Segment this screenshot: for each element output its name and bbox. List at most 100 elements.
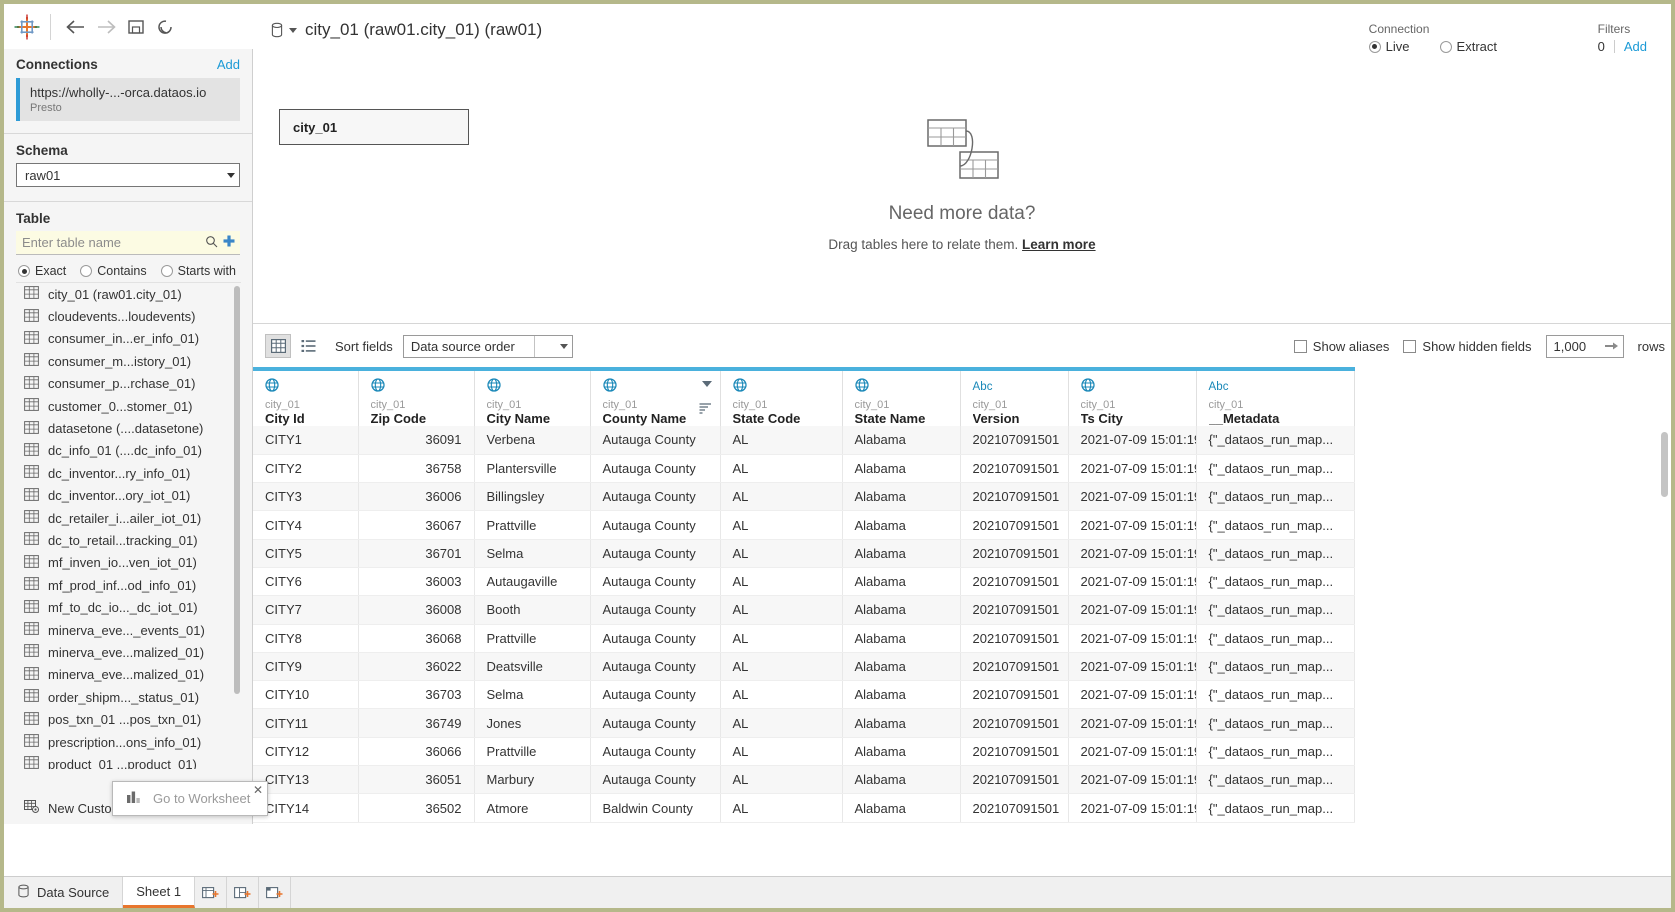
- rows-input[interactable]: 1,000: [1545, 334, 1624, 358]
- list-item[interactable]: dc_to_retail...tracking_01): [16, 529, 241, 551]
- table-cell: Autauga County: [590, 539, 721, 568]
- data-grid[interactable]: city_01 City Id city_01 Zip Code city_01 City…: [253, 367, 1671, 876]
- table-icon: [24, 420, 39, 437]
- match-option-starts-with[interactable]: Starts with: [160, 264, 236, 278]
- table-cell: Alabama: [842, 510, 961, 540]
- table-row[interactable]: CITY1 36091 Verbena Autauga County AL Alabama…: [253, 426, 1355, 455]
- forward-arrow-icon[interactable]: [91, 12, 121, 42]
- list-item[interactable]: consumer_m...istory_01): [16, 350, 241, 372]
- add-filter-link[interactable]: Add: [1624, 39, 1647, 54]
- column-header[interactable]: city_01 Zip Code: [358, 367, 475, 426]
- list-item-label: dc_retailer_i...ailer_iot_01): [48, 510, 202, 526]
- list-item[interactable]: product_01 ...product_01): [16, 753, 241, 769]
- list-item[interactable]: dc_inventor...ry_info_01): [16, 462, 241, 484]
- table-row[interactable]: CITY9 36022 Deatsville Autauga County AL Alab…: [253, 652, 1355, 682]
- plus-icon[interactable]: [222, 234, 236, 251]
- list-item[interactable]: city_01 (raw01.city_01): [16, 283, 241, 305]
- table-row[interactable]: CITY5 36701 Selma Autauga County AL Alabama 20…: [253, 539, 1355, 568]
- new-worksheet-icon[interactable]: [195, 877, 228, 908]
- search-input[interactable]: [20, 234, 201, 251]
- list-item[interactable]: minerva_eve...malized_01): [16, 641, 241, 663]
- new-dashboard-icon[interactable]: [227, 877, 260, 908]
- list-item[interactable]: minerva_eve..._events_01): [16, 619, 241, 641]
- column-header[interactable]: city_01 Ts City: [1068, 367, 1197, 426]
- column-header[interactable]: Abc city_01 __Metadata: [1196, 367, 1355, 426]
- schema-label: Schema: [16, 143, 68, 158]
- save-icon[interactable]: [121, 12, 151, 42]
- tab-sheet-1[interactable]: Sheet 1: [123, 877, 196, 908]
- search-icon[interactable]: [205, 235, 218, 251]
- show-aliases-checkbox[interactable]: Show aliases: [1293, 339, 1389, 354]
- table-row[interactable]: CITY10 36703 Selma Autauga County AL Alabama 2…: [253, 680, 1355, 710]
- connection-toggle: Connection Live Extract: [1368, 22, 1497, 54]
- sort-indicator-icon[interactable]: [699, 402, 712, 417]
- add-connection-link[interactable]: Add: [217, 57, 240, 72]
- list-item[interactable]: customer_0...stomer_01): [16, 395, 241, 417]
- list-item[interactable]: mf_to_dc_io..._dc_iot_01): [16, 596, 241, 618]
- schema-select[interactable]: raw01: [16, 163, 240, 187]
- database-icon[interactable]: [271, 22, 297, 39]
- table-list-scrollbar[interactable]: [234, 286, 240, 694]
- list-item[interactable]: pos_txn_01 ...pos_txn_01): [16, 708, 241, 730]
- table-cell: 202107091501: [960, 765, 1069, 795]
- list-item[interactable]: dc_info_01 (....dc_info_01): [16, 440, 241, 462]
- close-icon[interactable]: ✕: [253, 784, 263, 796]
- connection-label: Connection: [1368, 22, 1430, 36]
- refresh-icon[interactable]: [151, 12, 181, 42]
- list-view-icon[interactable]: [295, 334, 321, 358]
- list-item[interactable]: mf_inven_io...ven_iot_01): [16, 552, 241, 574]
- column-header[interactable]: city_01 City Id: [253, 367, 359, 426]
- list-item[interactable]: datasetone (....datasetone): [16, 417, 241, 439]
- connection-option-live[interactable]: Live: [1368, 39, 1410, 54]
- table-search-box[interactable]: [16, 231, 240, 255]
- go-to-worksheet-tooltip[interactable]: Go to Worksheet ✕: [112, 781, 268, 816]
- grid-view-icon[interactable]: [265, 334, 291, 358]
- list-item[interactable]: mf_prod_inf...od_info_01): [16, 574, 241, 596]
- table-row[interactable]: CITY14 36502 Atmore Baldwin County AL Alabama…: [253, 793, 1355, 823]
- table-row[interactable]: CITY3 36006 Billingsley Autauga County AL Ala…: [253, 482, 1355, 512]
- list-item[interactable]: consumer_p...rchase_01): [16, 373, 241, 395]
- table-row[interactable]: CITY7 36008 Booth Autauga County AL Alabama 20…: [253, 595, 1355, 625]
- table-row[interactable]: CITY13 36051 Marbury Autauga County AL Alabam…: [253, 765, 1355, 795]
- radio-dot-starts-with: [160, 265, 173, 277]
- table-row[interactable]: CITY11 36749 Jones Autauga County AL Alabama 2…: [253, 708, 1355, 738]
- tableau-logo-icon[interactable]: [14, 14, 40, 40]
- back-arrow-icon[interactable]: [61, 12, 91, 42]
- column-header[interactable]: city_01 City Name: [474, 367, 591, 426]
- list-item[interactable]: prescription...ons_info_01): [16, 731, 241, 753]
- table-row[interactable]: CITY12 36066 Prattville Autauga County AL Ala…: [253, 737, 1355, 767]
- list-item[interactable]: order_shipm..._status_01): [16, 686, 241, 708]
- chevron-down-icon[interactable]: [701, 381, 712, 387]
- table-cell: AL: [720, 737, 843, 767]
- show-hidden-fields-checkbox[interactable]: Show hidden fields: [1403, 339, 1532, 354]
- table-cell: CITY13: [253, 765, 359, 795]
- list-item[interactable]: minerva_eve...malized_01): [16, 664, 241, 686]
- sort-fields-select[interactable]: Data source order: [402, 334, 573, 358]
- column-name: State Code: [732, 412, 801, 426]
- table-row[interactable]: CITY2 36758 Plantersville Autauga County AL A…: [253, 454, 1355, 484]
- column-header[interactable]: city_01 State Code: [720, 367, 843, 426]
- sort-fields-label: Sort fields: [335, 338, 393, 354]
- table-row[interactable]: CITY4 36067 Prattville Autauga County AL Alab…: [253, 510, 1355, 540]
- tab-data-source[interactable]: Data Source: [4, 877, 124, 908]
- list-item[interactable]: dc_inventor...ory_iot_01): [16, 485, 241, 507]
- table-cell: Alabama: [842, 765, 961, 795]
- learn-more-link[interactable]: Learn more: [1022, 237, 1096, 252]
- arrow-right-icon[interactable]: [1604, 339, 1619, 354]
- table-cell: Autauga County: [590, 652, 721, 682]
- grid-vertical-scrollbar[interactable]: [1661, 432, 1668, 497]
- table-row[interactable]: CITY8 36068 Prattville Autauga County AL Alab…: [253, 624, 1355, 653]
- connection-option-extract[interactable]: Extract: [1439, 39, 1497, 54]
- connection-item[interactable]: https://wholly-...-orca.dataos.io Presto: [16, 78, 240, 121]
- column-header[interactable]: city_01 County Name: [590, 367, 721, 426]
- column-header[interactable]: Abc city_01 Version: [960, 367, 1069, 426]
- table-row[interactable]: CITY6 36003 Autaugaville Autauga County AL Al…: [253, 567, 1355, 597]
- column-header[interactable]: city_01 State Name: [842, 367, 961, 426]
- list-item[interactable]: consumer_in...er_info_01): [16, 328, 241, 350]
- table-list[interactable]: city_01 (raw01.city_01) cloudevents...lou…: [16, 282, 241, 769]
- match-option-contains[interactable]: Contains: [80, 264, 147, 278]
- list-item[interactable]: cloudevents...loudevents): [16, 305, 241, 327]
- list-item[interactable]: dc_retailer_i...ailer_iot_01): [16, 507, 241, 529]
- new-story-icon[interactable]: [259, 877, 292, 908]
- match-option-exact[interactable]: Exact: [18, 264, 66, 278]
